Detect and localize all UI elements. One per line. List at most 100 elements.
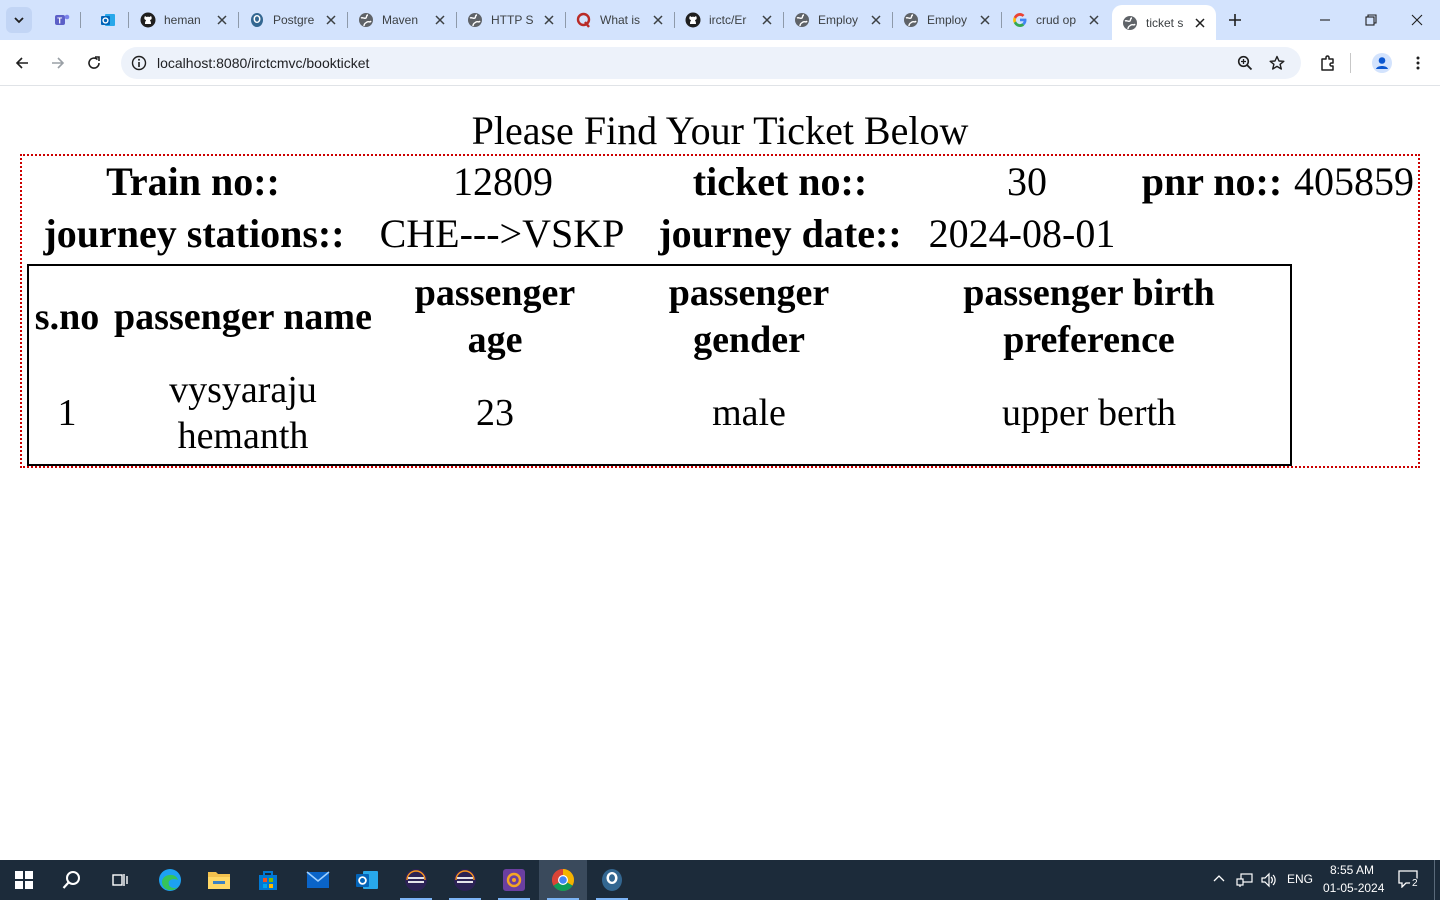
- site-info-icon[interactable]: [129, 53, 149, 73]
- outlook-icon: [356, 871, 378, 889]
- taskbar-eclipse[interactable]: [392, 860, 440, 900]
- volume-icon[interactable]: [1260, 871, 1278, 894]
- start-icon: [15, 871, 33, 889]
- tab-title: Maven: [382, 13, 419, 27]
- clock-time[interactable]: 8:55 AM: [1330, 863, 1374, 877]
- edge-icon: [159, 869, 181, 891]
- tray-chevron-up-icon[interactable]: [1211, 871, 1227, 892]
- page-heading: Please Find Your Ticket Below: [471, 108, 969, 153]
- browser-tab[interactable]: crud op: [1002, 6, 1110, 34]
- quora-icon: [576, 12, 592, 28]
- restore-button[interactable]: [1348, 0, 1394, 40]
- windows-taskbar: ENG 8:55 AM 01-05-2024 2: [0, 860, 1440, 900]
- taskbar-sts[interactable]: [490, 860, 538, 900]
- close-icon[interactable]: [650, 12, 666, 28]
- search-icon: [62, 871, 80, 889]
- tab-title: heman: [164, 13, 201, 27]
- taskbar-store[interactable]: [244, 860, 292, 900]
- eclipse-icon: [454, 869, 476, 891]
- browser-tab[interactable]: Employ: [893, 6, 1001, 34]
- extensions-button[interactable]: [1314, 49, 1342, 77]
- browser-tab[interactable]: Postgre: [239, 6, 347, 34]
- avatar-icon: [1372, 53, 1392, 73]
- start-button[interactable]: [0, 860, 48, 900]
- taskbar-file-explorer[interactable]: [195, 860, 243, 900]
- url-text[interactable]: localhost:8080/irctcmvc/bookticket: [157, 55, 369, 71]
- sts-icon: [503, 869, 525, 891]
- language-indicator[interactable]: ENG: [1287, 872, 1313, 886]
- ticket-no-label: ticket no::: [692, 159, 868, 204]
- address-bar[interactable]: localhost:8080/irctcmvc/bookticket: [121, 47, 1301, 79]
- profile-avatar-button[interactable]: [1368, 49, 1396, 77]
- minimize-icon: [1320, 19, 1330, 21]
- close-icon[interactable]: [432, 12, 448, 28]
- cell-passenger-name: vysyaraju hemanth: [169, 369, 317, 457]
- globe-icon: [467, 12, 483, 28]
- arrow-right-icon: [52, 57, 65, 69]
- browser-tab[interactable]: heman: [130, 6, 238, 34]
- tab-title: HTTP S: [491, 13, 534, 27]
- taskbar-edge[interactable]: [146, 860, 194, 900]
- store-icon: [259, 871, 277, 890]
- header-passenger-age: passenger age: [414, 272, 576, 361]
- browser-tab-active[interactable]: ticket s: [1112, 5, 1216, 40]
- restore-icon: [1365, 14, 1377, 26]
- header-sno: s.no: [34, 296, 100, 338]
- close-icon[interactable]: [541, 12, 557, 28]
- browser-toolbar: localhost:8080/irctcmvc/bookticket: [0, 40, 1440, 86]
- task-view-button[interactable]: [96, 860, 144, 900]
- globe-icon: [794, 12, 810, 28]
- close-icon[interactable]: [1086, 12, 1102, 28]
- globe-icon: [1122, 15, 1138, 31]
- tab-search-button[interactable]: [6, 7, 32, 33]
- close-window-button[interactable]: [1394, 0, 1440, 40]
- taskbar-eclipse-2[interactable]: [441, 860, 489, 900]
- cell-passenger-birth-preference: upper berth: [1001, 392, 1177, 434]
- browser-tab[interactable]: irctc/Er: [675, 6, 783, 34]
- taskbar-chrome[interactable]: [539, 860, 587, 900]
- close-icon[interactable]: [323, 12, 339, 28]
- chevron-down-icon: [14, 17, 24, 24]
- taskbar-outlook[interactable]: [343, 860, 391, 900]
- taskbar-pgadmin[interactable]: [588, 860, 636, 900]
- network-icon[interactable]: [1236, 871, 1254, 894]
- close-icon[interactable]: [868, 12, 884, 28]
- close-icon[interactable]: [759, 12, 775, 28]
- close-icon: [1411, 14, 1423, 26]
- github-icon: [685, 12, 701, 28]
- puzzle-icon: [1321, 55, 1334, 71]
- taskbar-search-button[interactable]: [48, 860, 96, 900]
- more-vertical-icon: [1416, 56, 1420, 70]
- notifications-button[interactable]: 2: [1398, 870, 1420, 890]
- journey-stations-label: journey stations::: [43, 211, 345, 256]
- zoom-icon[interactable]: [1235, 53, 1255, 73]
- bookmark-star-icon[interactable]: [1267, 53, 1287, 73]
- browser-menu-button[interactable]: [1404, 49, 1432, 77]
- forward-button[interactable]: [44, 49, 72, 77]
- browser-tab[interactable]: Maven: [348, 6, 456, 34]
- journey-date-label: journey date::: [658, 211, 902, 256]
- close-icon[interactable]: [214, 12, 230, 28]
- new-tab-button[interactable]: [1223, 8, 1247, 32]
- tab-title: irctc/Er: [709, 13, 747, 27]
- browser-tab[interactable]: HTTP S: [457, 6, 565, 34]
- browser-tab[interactable]: What is: [566, 6, 674, 34]
- taskbar-mail[interactable]: [294, 860, 342, 900]
- clock-date[interactable]: 01-05-2024: [1323, 881, 1384, 895]
- browser-tab[interactable]: [90, 6, 130, 34]
- globe-icon: [358, 12, 374, 28]
- minimize-button[interactable]: [1302, 0, 1348, 40]
- github-icon: [140, 12, 156, 28]
- header-passenger-name: passenger name: [114, 296, 372, 338]
- close-icon[interactable]: [1192, 15, 1208, 31]
- back-button[interactable]: [8, 49, 36, 77]
- globe-icon: [903, 12, 919, 28]
- browser-tab[interactable]: T: [44, 6, 84, 34]
- header-passenger-gender: passenger gender: [668, 272, 830, 361]
- ticket-no-value: 30: [1007, 159, 1047, 204]
- show-desktop-button[interactable]: [1434, 860, 1435, 900]
- close-icon[interactable]: [977, 12, 993, 28]
- reload-button[interactable]: [80, 49, 108, 77]
- cell-passenger-age: 23: [476, 392, 514, 434]
- browser-tab[interactable]: Employ: [784, 6, 892, 34]
